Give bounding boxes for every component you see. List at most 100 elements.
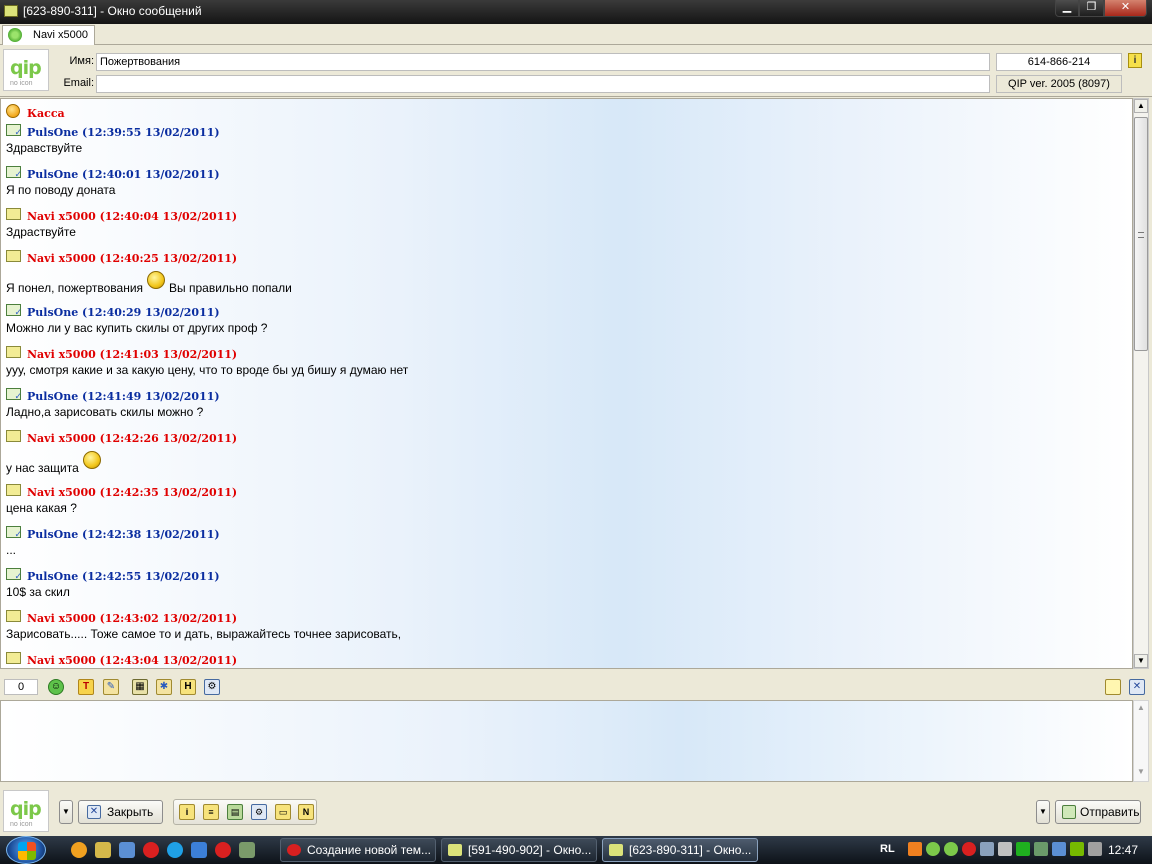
quote-icon[interactable]: ▭ (275, 804, 291, 820)
avatar-logo-sub: no icon (10, 80, 33, 87)
title-bar[interactable]: [623-890-311] - Окно сообщений ▁ ❐ ✕ (0, 0, 1152, 24)
network-icon[interactable] (1052, 842, 1066, 856)
scroll-up-button[interactable]: ▲ (1134, 99, 1148, 113)
opera-icon[interactable] (143, 842, 159, 858)
tray-icon[interactable] (980, 842, 994, 856)
history-tool-icon[interactable]: ≡ (203, 804, 219, 820)
maximize-button[interactable]: ❐ (1079, 0, 1104, 17)
info-tool-icon[interactable]: i (179, 804, 195, 820)
taskbar-task[interactable]: Создание новой тем... (280, 838, 436, 862)
message-sender: Navi x5000 (12:43:02 13/02/2011) (27, 612, 238, 625)
send-icon (1062, 805, 1076, 819)
skype-icon[interactable] (167, 842, 183, 858)
send-options-dropdown[interactable]: ▼ (1036, 800, 1050, 824)
message-text-line: Я понел, пожертвования Вы правильно попал… (6, 271, 292, 295)
taskbar-task[interactable]: [591-490-902] - Окно... (441, 838, 597, 862)
email-field[interactable] (96, 75, 990, 93)
minimize-button[interactable]: ▁ (1055, 0, 1079, 17)
message-sender: PulsOne (12:39:55 13/02/2011) (27, 126, 220, 139)
name-label: Имя: (69, 55, 94, 67)
message-sender: PulsOne (12:42:55 13/02/2011) (27, 570, 220, 583)
char-counter: 0 (4, 679, 38, 695)
incoming-message-icon (6, 166, 22, 180)
outgoing-message-icon (6, 208, 21, 220)
close-icon: ✕ (87, 805, 101, 819)
close-button[interactable]: ✕ Закрыть (78, 800, 163, 824)
message-sender: Navi x5000 (12:40:04 13/02/2011) (27, 210, 238, 223)
send-file-icon[interactable]: ▤ (227, 804, 243, 820)
qip-window-icon (609, 844, 623, 856)
message-text: ... (6, 543, 17, 557)
tab-navi-x5000[interactable]: Navi x5000 (2, 25, 95, 45)
tray-icon[interactable] (1016, 842, 1030, 856)
nickname-icon[interactable]: N (298, 804, 314, 820)
tray-icon[interactable] (1034, 842, 1048, 856)
name-field[interactable]: Пожертвования (96, 53, 990, 71)
bottom-bar: qip no icon ▼ ✕ Закрыть i ≡ ▤ ⚙ ▭ N ▼ От… (0, 786, 1152, 836)
settings-icon[interactable]: ⚙ (204, 679, 220, 695)
clock[interactable]: 12:47 (1108, 843, 1138, 857)
task-label: Создание новой тем... (307, 843, 431, 857)
qip-logo: qip no icon (3, 790, 49, 832)
message-sender: Navi x5000 (12:41:03 13/02/2011) (27, 348, 238, 361)
contact-info-icon[interactable]: i (1128, 53, 1142, 68)
contact-status-icon (8, 28, 22, 42)
emoticons-icon[interactable]: ☺ (48, 679, 64, 695)
quicklaunch-icon[interactable] (71, 842, 87, 858)
message-text: 10$ за скил (6, 585, 70, 599)
tray-icon[interactable] (926, 842, 940, 856)
message-sender: Navi x5000 (12:42:35 13/02/2011) (27, 486, 238, 499)
window-title: [623-890-311] - Окно сообщений (23, 4, 202, 18)
scroll-thumb[interactable] (1134, 117, 1148, 351)
menu-dropdown-button[interactable]: ▼ (59, 800, 73, 824)
quicklaunch-icon[interactable] (239, 842, 255, 858)
input-scrollbar[interactable]: ▲ ▼ (1133, 700, 1149, 782)
opera-icon[interactable] (215, 842, 231, 858)
tray-icon[interactable] (944, 842, 958, 856)
outgoing-message-icon (6, 610, 21, 622)
message-text: Зарисовать..... Тоже самое то и дать, вы… (6, 627, 402, 641)
message-text: Здраствуйте (6, 225, 76, 239)
message-text: Можно ли у вас купить скилы от других пр… (6, 321, 268, 335)
quick-tools: i ≡ ▤ ⚙ ▭ N (173, 799, 317, 825)
incoming-message-icon (6, 568, 22, 582)
log-scrollbar[interactable]: ▲ ▼ (1133, 98, 1149, 669)
tray-icon[interactable] (962, 842, 976, 856)
scroll-down-button[interactable]: ▼ (1134, 654, 1148, 668)
close-tab-icon[interactable]: ✕ (1129, 679, 1145, 695)
translit-icon[interactable]: ✱ (156, 679, 172, 695)
incoming-message-icon (6, 304, 22, 318)
bottom-logo-text: qip (10, 798, 42, 820)
quicklaunch-icon[interactable] (119, 842, 135, 858)
outgoing-message-icon (6, 484, 21, 496)
tab-label: Navi x5000 (33, 29, 89, 41)
tray-icon[interactable] (1070, 842, 1084, 856)
send-button[interactable]: Отправить (1055, 800, 1141, 824)
note-icon[interactable] (1105, 679, 1121, 695)
message-sender: PulsOne (12:42:38 13/02/2011) (27, 528, 220, 541)
plugins-icon[interactable]: ⚙ (251, 804, 267, 820)
client-version: QIP ver. 2005 (8097) (996, 75, 1122, 93)
history-icon[interactable]: ▦ (132, 679, 148, 695)
start-button[interactable] (6, 836, 46, 864)
quicklaunch-icon[interactable] (191, 842, 207, 858)
color-icon[interactable]: ✎ (103, 679, 119, 695)
tray-icon[interactable] (908, 842, 922, 856)
taskbar-task-active[interactable]: [623-890-311] - Окно... (602, 838, 758, 862)
message-text: Здравствуйте (6, 141, 83, 155)
outgoing-message-icon (6, 250, 21, 262)
font-icon[interactable]: T (78, 679, 94, 695)
send-button-label: Отправить (1080, 805, 1140, 819)
tray-icon[interactable] (1088, 842, 1102, 856)
volume-icon[interactable] (998, 842, 1012, 856)
quicklaunch-icon[interactable] (95, 842, 111, 858)
message-sender: PulsOne (12:41:49 13/02/2011) (27, 390, 220, 403)
outgoing-message-icon (6, 346, 21, 358)
message-text: Ладно,а зарисовать скилы можно ? (6, 405, 204, 419)
language-indicator[interactable]: RL (880, 843, 895, 855)
message-input[interactable] (0, 700, 1133, 782)
message-log[interactable]: Касса PulsOne (12:39:55 13/02/2011) Здра… (0, 98, 1133, 669)
close-window-button[interactable]: ✕ (1104, 0, 1147, 17)
header-icon[interactable]: H (180, 679, 196, 695)
email-label: Email: (63, 77, 94, 89)
